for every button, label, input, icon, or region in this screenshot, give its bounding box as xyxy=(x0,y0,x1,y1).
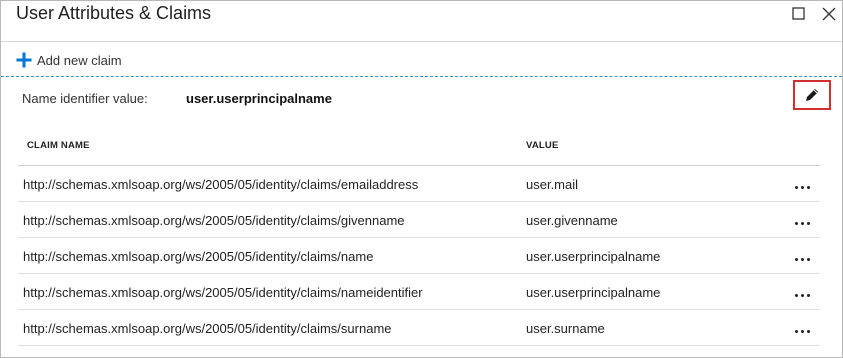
table-row[interactable]: http://schemas.xmlsoap.org/ws/2005/05/id… xyxy=(18,310,820,346)
claim-name-cell: http://schemas.xmlsoap.org/ws/2005/05/id… xyxy=(23,177,419,192)
claim-value-cell: user.userprincipalname xyxy=(526,285,661,300)
dialog-title: User Attributes & Claims xyxy=(16,3,212,23)
claim-name-cell: http://schemas.xmlsoap.org/ws/2005/05/id… xyxy=(23,213,405,228)
name-identifier-value: user.userprincipalname xyxy=(186,91,332,106)
plus-icon xyxy=(16,52,32,68)
column-header-value: VALUE xyxy=(526,140,559,151)
more-options-button[interactable] xyxy=(791,245,813,267)
name-identifier-label: Name identifier value: xyxy=(22,91,148,106)
table-row[interactable]: http://schemas.xmlsoap.org/ws/2005/05/id… xyxy=(18,274,820,310)
claim-value-cell: user.mail xyxy=(526,177,579,192)
more-options-button[interactable] xyxy=(791,317,813,339)
maximize-icon xyxy=(792,7,805,20)
claim-value-cell: user.surname xyxy=(526,321,605,336)
claim-name-cell: http://schemas.xmlsoap.org/ws/2005/05/id… xyxy=(23,249,374,264)
ellipsis-icon xyxy=(794,257,810,261)
ellipsis-icon xyxy=(794,185,810,189)
ellipsis-icon xyxy=(794,329,810,333)
more-options-button[interactable] xyxy=(791,209,813,231)
more-options-button[interactable] xyxy=(791,173,813,195)
claim-name-cell: http://schemas.xmlsoap.org/ws/2005/05/id… xyxy=(23,285,423,300)
add-new-claim-button[interactable]: Add new claim xyxy=(16,51,122,69)
ellipsis-icon xyxy=(794,221,810,225)
more-options-button[interactable] xyxy=(791,281,813,303)
column-header-claim-name: CLAIM NAME xyxy=(27,140,90,151)
edit-name-identifier-button[interactable] xyxy=(793,80,831,110)
table-row[interactable]: http://schemas.xmlsoap.org/ws/2005/05/id… xyxy=(18,202,820,238)
claim-value-cell: user.userprincipalname xyxy=(526,249,661,264)
close-button[interactable] xyxy=(820,5,838,23)
table-row[interactable]: http://schemas.xmlsoap.org/ws/2005/05/id… xyxy=(18,238,820,274)
add-new-claim-label: Add new claim xyxy=(37,52,122,68)
title-divider xyxy=(1,41,842,42)
close-icon xyxy=(822,7,836,21)
ellipsis-icon xyxy=(794,293,810,297)
claim-value-cell: user.givenname xyxy=(526,213,618,228)
pencil-icon xyxy=(806,89,818,101)
claims-table: http://schemas.xmlsoap.org/ws/2005/05/id… xyxy=(18,166,820,346)
maximize-button[interactable] xyxy=(790,5,808,23)
toolbar-divider xyxy=(1,76,842,77)
claim-name-cell: http://schemas.xmlsoap.org/ws/2005/05/id… xyxy=(23,321,392,336)
table-row[interactable]: http://schemas.xmlsoap.org/ws/2005/05/id… xyxy=(18,166,820,202)
